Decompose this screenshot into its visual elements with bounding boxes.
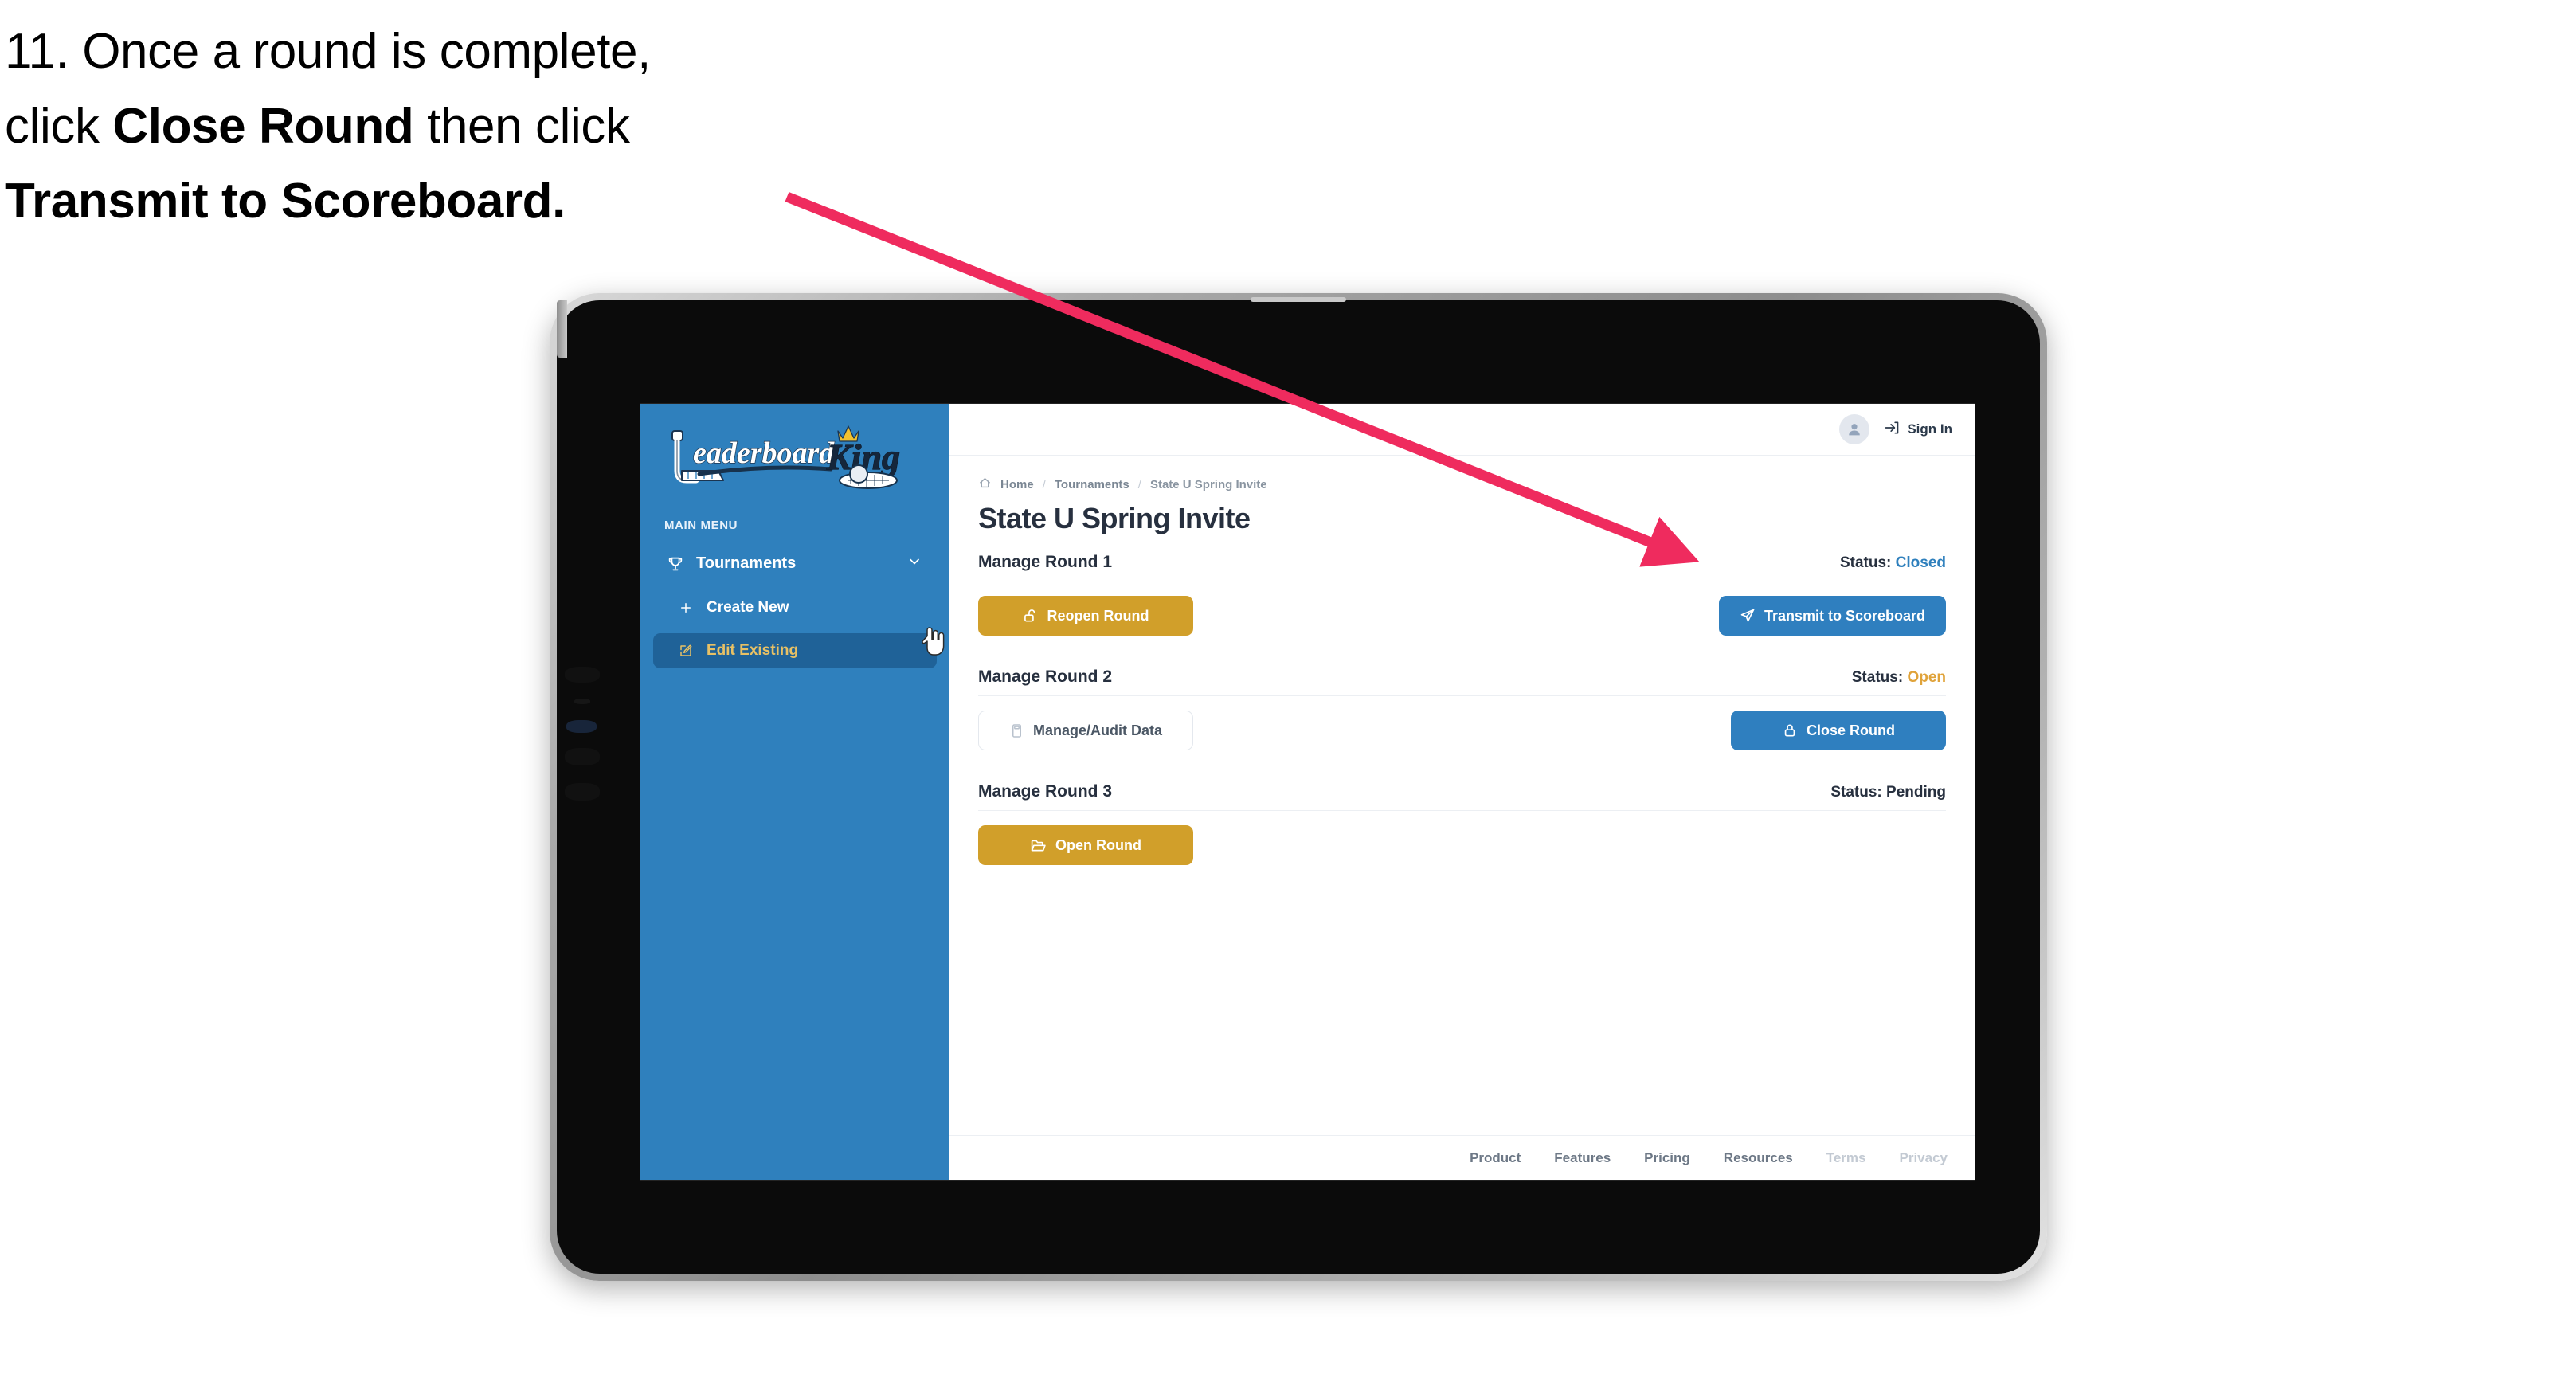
mouse-cursor-pointer: [921, 625, 948, 657]
sidebar-item-label: Tournaments: [696, 554, 797, 572]
home-icon[interactable]: [978, 476, 992, 493]
caption-line-2-post: then click: [413, 99, 630, 155]
reopen-round-button[interactable]: Reopen Round: [978, 596, 1193, 636]
sign-in-arrow-icon: [1884, 420, 1900, 440]
footer: Product Features Pricing Resources Terms…: [949, 1135, 1975, 1180]
footer-link-pricing[interactable]: Pricing: [1644, 1150, 1690, 1166]
manage-audit-data-button[interactable]: Manage/Audit Data: [978, 711, 1193, 750]
transmit-to-scoreboard-button[interactable]: Transmit to Scoreboard: [1718, 596, 1946, 636]
main-content: Sign In Home / Tournaments / State U Spr…: [949, 404, 1975, 1180]
sidebar-item-label: Create New: [707, 599, 789, 616]
footer-link-features[interactable]: Features: [1554, 1150, 1611, 1166]
tablet-side-slot: [574, 699, 590, 704]
sidebar: eaderboard King MAIN MENU Tournaments Cr…: [640, 404, 949, 1180]
status-label: Status:: [1839, 554, 1892, 571]
sidebar-item-tournaments[interactable]: Tournaments: [653, 545, 937, 582]
tablet-side-indicator: [566, 720, 597, 733]
round-block-1: Manage Round 1 Status: Closed Reopen Rou…: [978, 553, 1946, 636]
footer-link-privacy[interactable]: Privacy: [1900, 1150, 1948, 1166]
open-folder-icon: [1030, 837, 1047, 854]
tablet-device-frame: eaderboard King MAIN MENU Tournaments Cr…: [550, 293, 2047, 1281]
button-label: Transmit to Scoreboard: [1764, 607, 1925, 624]
breadcrumb-item-tournaments[interactable]: Tournaments: [1055, 478, 1129, 491]
page-title: State U Spring Invite: [978, 502, 1251, 534]
round-title: Manage Round 2: [978, 668, 1113, 686]
status-label: Status:: [1851, 669, 1904, 686]
content-area: Home / Tournaments / State U Spring Invi…: [949, 456, 1975, 1135]
status-badge: Status: Open: [1852, 669, 1946, 687]
status-value: Closed: [1895, 554, 1946, 571]
caption-line-3: Transmit to Scoreboard.: [5, 164, 849, 239]
breadcrumb-item-current: State U Spring Invite: [1149, 478, 1267, 491]
sign-in-button[interactable]: Sign In: [1884, 420, 1952, 440]
round-block-3: Manage Round 3 Status: Pending Open Roun…: [978, 782, 1946, 865]
chevron-down-icon[interactable]: [906, 554, 922, 574]
round-actions: Reopen Round Transmit to Scoreboard: [978, 596, 1946, 636]
tablet-screen: eaderboard King MAIN MENU Tournaments Cr…: [640, 404, 1975, 1180]
round-title: Manage Round 1: [978, 553, 1113, 571]
open-round-button[interactable]: Open Round: [978, 825, 1193, 865]
unlock-icon: [1023, 608, 1039, 624]
instruction-caption: 11. Once a round is complete, click Clos…: [5, 14, 849, 240]
caption-line-2-bold: Close Round: [112, 99, 414, 155]
close-round-button[interactable]: Close Round: [1731, 711, 1946, 750]
footer-link-resources[interactable]: Resources: [1724, 1150, 1793, 1166]
user-avatar-icon: [1849, 424, 1861, 436]
svg-text:eaderboard: eaderboard: [693, 437, 835, 470]
breadcrumb-item-home[interactable]: Home: [1000, 478, 1034, 491]
tablet-top-speaker: [1251, 297, 1346, 302]
caption-line-3-bold: Transmit to Scoreboard.: [5, 174, 566, 229]
top-bar: Sign In: [949, 404, 1975, 456]
button-label: Reopen Round: [1047, 607, 1149, 624]
tablet-side-button[interactable]: [565, 667, 600, 683]
round-title: Manage Round 3: [978, 782, 1113, 801]
sidebar-item-edit-existing[interactable]: Edit Existing: [653, 633, 937, 668]
button-label: Open Round: [1055, 836, 1141, 853]
caption-line-1: 11. Once a round is complete,: [5, 14, 849, 89]
button-label: Manage/Audit Data: [1032, 722, 1163, 738]
round-header: Manage Round 1 Status: Closed: [978, 553, 1946, 581]
round-actions: Manage/Audit Data Close Round: [978, 711, 1946, 750]
status-value: Pending: [1886, 784, 1946, 801]
tablet-bezel: eaderboard King MAIN MENU Tournaments Cr…: [557, 297, 2040, 1274]
breadcrumb: Home / Tournaments / State U Spring Invi…: [978, 476, 1946, 493]
calculator-icon: [1009, 723, 1024, 738]
tablet-power-button[interactable]: [557, 300, 567, 358]
footer-link-product[interactable]: Product: [1470, 1150, 1521, 1166]
breadcrumb-separator: /: [1137, 478, 1141, 491]
breadcrumb-separator: /: [1042, 478, 1046, 491]
sidebar-item-label: Edit Existing: [707, 642, 799, 659]
paper-plane-icon: [1740, 608, 1756, 624]
tablet-volume-up-button[interactable]: [565, 748, 600, 765]
avatar[interactable]: [1839, 414, 1870, 444]
round-block-2: Manage Round 2 Status: Open Manage/Audit…: [978, 668, 1946, 750]
round-actions: Open Round: [978, 825, 1946, 865]
caption-line-2: click Close Round then click: [5, 89, 849, 164]
status-value: Open: [1907, 669, 1946, 686]
caption-line-2-pre: click: [5, 99, 113, 155]
sign-in-label: Sign In: [1907, 421, 1952, 437]
trophy-icon: [664, 555, 687, 573]
button-label: Close Round: [1807, 722, 1895, 738]
status-badge: Status: Pending: [1830, 784, 1946, 801]
round-header: Manage Round 2 Status: Open: [978, 668, 1946, 696]
status-badge: Status: Closed: [1840, 554, 1946, 572]
status-label: Status:: [1830, 784, 1882, 801]
sidebar-item-create-new[interactable]: Create New: [653, 590, 937, 625]
leaderboard-king-logo[interactable]: eaderboard King: [660, 421, 922, 495]
pencil-square-icon: [675, 644, 696, 658]
plus-icon: [675, 601, 696, 615]
sidebar-section-label: MAIN MENU: [664, 519, 738, 532]
round-header: Manage Round 3 Status: Pending: [978, 782, 1946, 811]
footer-link-terms[interactable]: Terms: [1826, 1150, 1866, 1166]
tablet-volume-down-button[interactable]: [565, 783, 600, 801]
lock-icon: [1782, 722, 1798, 738]
caption-line-1-text: 11. Once a round is complete,: [5, 24, 651, 79]
